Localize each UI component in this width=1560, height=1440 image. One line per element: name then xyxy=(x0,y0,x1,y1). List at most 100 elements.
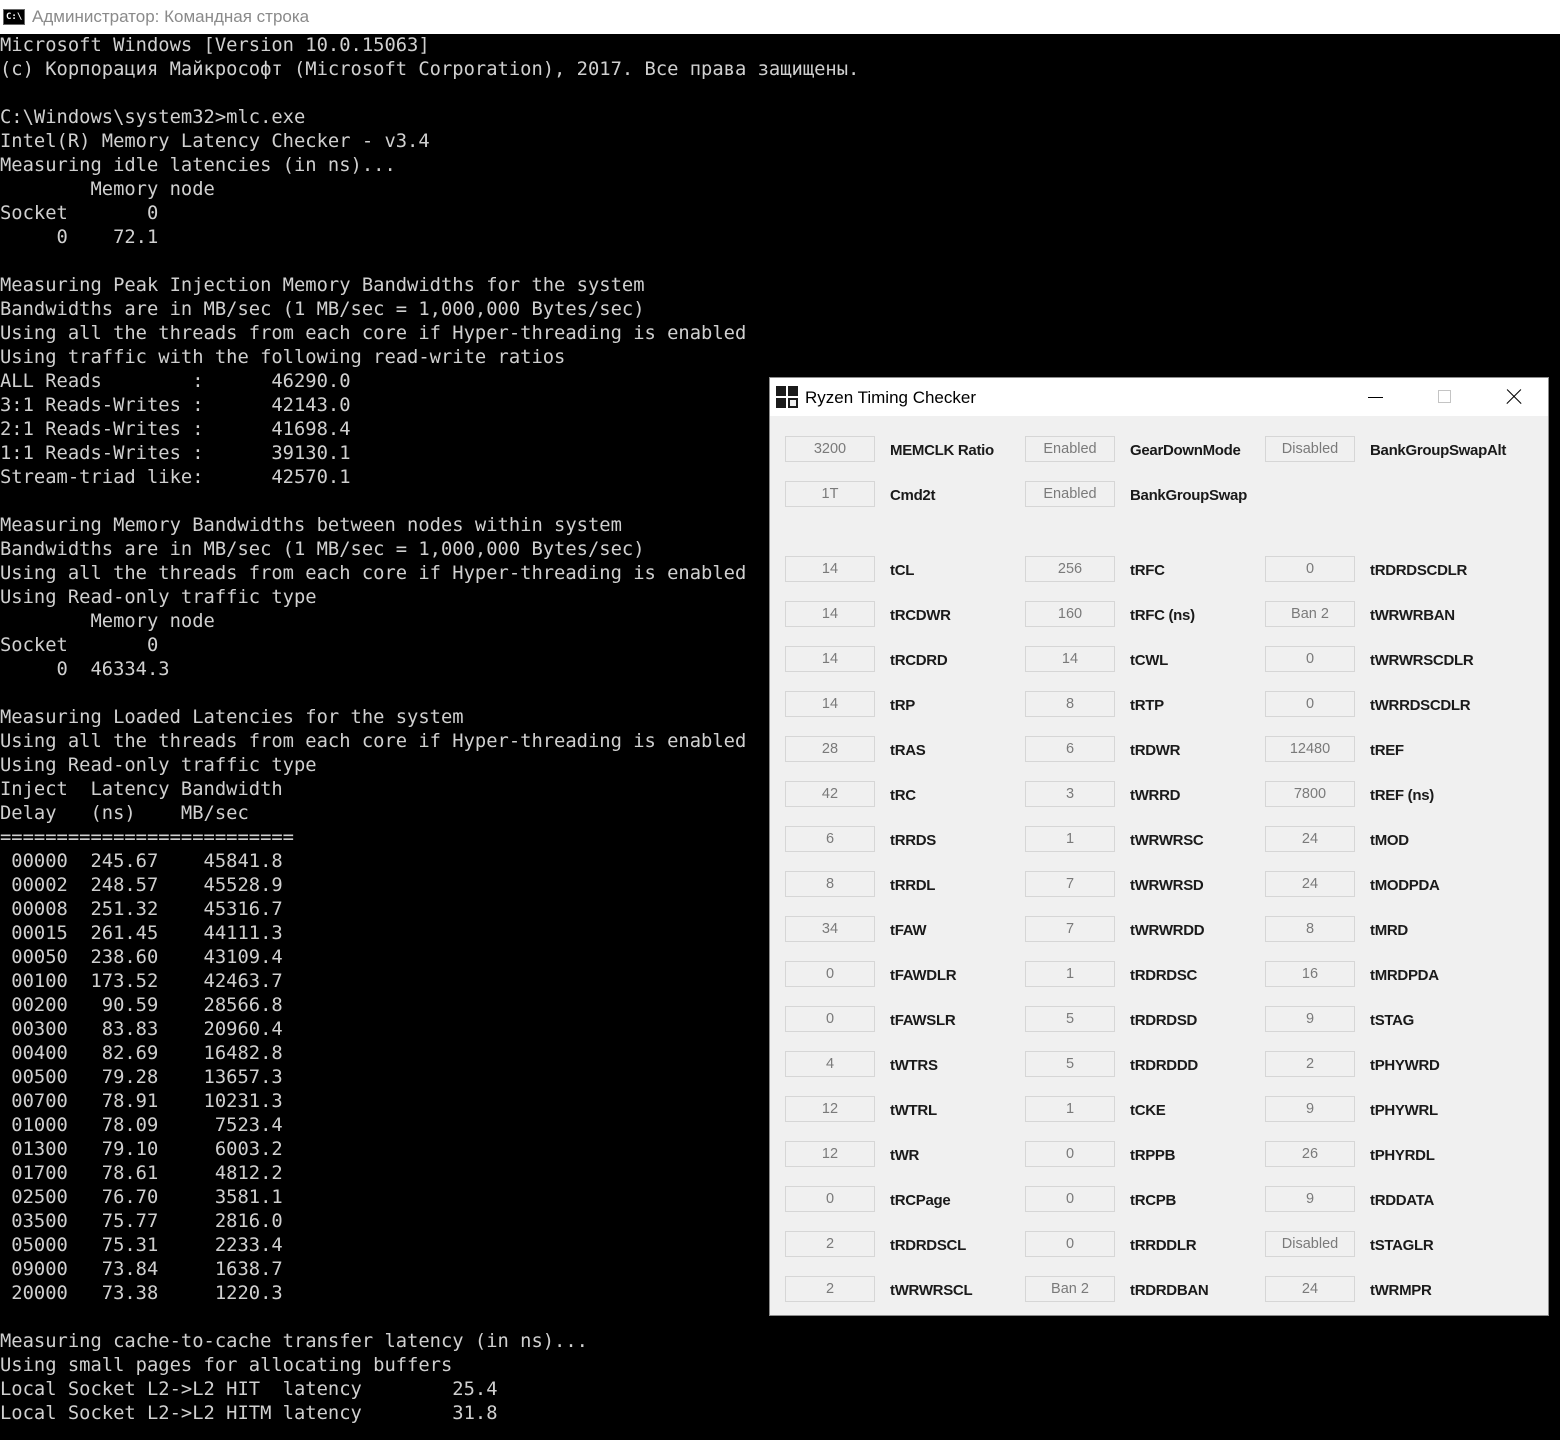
timing-value-field[interactable]: 24 xyxy=(1265,826,1355,852)
timing-label: tMRDPDA xyxy=(1370,967,1439,984)
timing-value-field[interactable]: 256 xyxy=(1025,556,1115,582)
console-text: Microsoft Windows [Version 10.0.15063] (… xyxy=(0,35,860,1424)
timing-value-field[interactable]: 2 xyxy=(1265,1051,1355,1077)
timing-label: tRP xyxy=(890,697,915,714)
timing-label: tRCDRD xyxy=(890,652,948,669)
timing-value-field[interactable]: 160 xyxy=(1025,601,1115,627)
timing-value-field[interactable]: 9 xyxy=(1265,1006,1355,1032)
timing-value-field[interactable]: 34 xyxy=(785,916,875,942)
rtc-window-title: Ryzen Timing Checker xyxy=(805,388,977,407)
timing-value-field[interactable]: 6 xyxy=(785,826,875,852)
timing-value-field[interactable]: 14 xyxy=(785,646,875,672)
timing-value-field[interactable]: 14 xyxy=(1025,646,1115,672)
timing-value-field[interactable]: 28 xyxy=(785,736,875,762)
timing-label: tRAS xyxy=(890,742,926,759)
timing-value-field[interactable]: 0 xyxy=(1265,646,1355,672)
timing-value-field[interactable]: 42 xyxy=(785,781,875,807)
timing-value-field[interactable]: Enabled xyxy=(1025,436,1115,462)
timing-label: tRDRDDD xyxy=(1130,1057,1198,1074)
timing-value-field[interactable]: 7800 xyxy=(1265,781,1355,807)
timing-value-field[interactable]: 24 xyxy=(1265,871,1355,897)
timing-label: tRRDL xyxy=(890,877,936,894)
timing-value-field[interactable]: 0 xyxy=(1025,1231,1115,1257)
timing-label: tRCPB xyxy=(1130,1192,1176,1209)
minimize-button[interactable] xyxy=(1340,378,1410,416)
timing-value-field[interactable]: 16 xyxy=(1265,961,1355,987)
timing-label: tSTAG xyxy=(1370,1012,1415,1029)
timing-value-field[interactable]: 14 xyxy=(785,556,875,582)
timing-value-field[interactable]: 0 xyxy=(1025,1186,1115,1212)
timing-value-field[interactable]: Disabled xyxy=(1265,436,1355,462)
timing-label: tCL xyxy=(890,562,915,579)
maximize-button[interactable] xyxy=(1410,378,1480,416)
timing-label: GearDownMode xyxy=(1130,442,1241,459)
timing-row: 42 tRC 3 tWRRD 7800 tREF (ns) xyxy=(785,781,1545,809)
timing-value-field[interactable]: 0 xyxy=(785,1186,875,1212)
timing-label: tWRWRDD xyxy=(1130,922,1205,939)
rtc-titlebar[interactable]: Ryzen Timing Checker xyxy=(770,378,1548,416)
timing-value-field[interactable]: 26 xyxy=(1265,1141,1355,1167)
timing-value-field[interactable]: 2 xyxy=(785,1276,875,1302)
timing-row: 0 tRCPage 0 tRCPB 9 tRDDATA xyxy=(785,1186,1545,1214)
timing-value-field[interactable]: 1 xyxy=(1025,1096,1115,1122)
timing-value-field[interactable]: 14 xyxy=(785,601,875,627)
timing-row: 6 tRRDS 1 tWRWRSC 24 tMOD xyxy=(785,826,1545,854)
timing-label: tWRWRBAN xyxy=(1370,607,1455,624)
timing-label: tSTAGLR xyxy=(1370,1237,1434,1254)
timing-label: tREF (ns) xyxy=(1370,787,1434,804)
timing-label: tMRD xyxy=(1370,922,1408,939)
timing-value-field[interactable]: 7 xyxy=(1025,916,1115,942)
timing-value-field[interactable]: 9 xyxy=(1265,1186,1355,1212)
timing-row: 4 tWTRS 5 tRDRDDD 2 tPHYWRD xyxy=(785,1051,1545,1079)
timing-value-field[interactable]: 2 xyxy=(785,1231,875,1257)
timing-value-field[interactable]: 4 xyxy=(785,1051,875,1077)
timing-label: tWRWRSCDLR xyxy=(1370,652,1474,669)
timing-row: 28 tRAS 6 tRDWR 12480 tREF xyxy=(785,736,1545,764)
timing-label: tRDRDSD xyxy=(1130,1012,1198,1029)
timing-value-field[interactable]: 9 xyxy=(1265,1096,1355,1122)
timing-value-field[interactable]: Ban 2 xyxy=(1025,1276,1115,1302)
ryzen-logo-icon xyxy=(776,386,798,408)
timing-label: tMODPDA xyxy=(1370,877,1440,894)
timing-label: tWTRS xyxy=(890,1057,938,1074)
timing-label: tPHYWRD xyxy=(1370,1057,1440,1074)
timing-value-field[interactable]: 12480 xyxy=(1265,736,1355,762)
timing-value-field[interactable]: 8 xyxy=(1025,691,1115,717)
timing-label: tRPPB xyxy=(1130,1147,1176,1164)
timing-value-field[interactable]: 5 xyxy=(1025,1051,1115,1077)
close-button[interactable] xyxy=(1478,378,1548,416)
timing-value-field[interactable]: 14 xyxy=(785,691,875,717)
timing-row: 3200 MEMCLK Ratio Enabled GearDownMode Disab… xyxy=(785,436,1545,464)
timing-value-field[interactable]: Disabled xyxy=(1265,1231,1355,1257)
timing-value-field[interactable]: 12 xyxy=(785,1141,875,1167)
timing-label: tWRRD xyxy=(1130,787,1181,804)
timing-row: 2 tRDRDSCL 0 tRRDDLR Disabled tSTAGLR xyxy=(785,1231,1545,1259)
timing-value-field[interactable]: 0 xyxy=(1025,1141,1115,1167)
timing-value-field[interactable]: 0 xyxy=(1265,556,1355,582)
timing-value-field[interactable]: 3 xyxy=(1025,781,1115,807)
timing-value-field[interactable]: Ban 2 xyxy=(1265,601,1355,627)
timing-value-field[interactable]: 5 xyxy=(1025,1006,1115,1032)
timing-row: 34 tFAW 7 tWRWRDD 8 tMRD xyxy=(785,916,1545,944)
timing-value-field[interactable]: 1T xyxy=(785,481,875,507)
timing-row: 14 tRP 8 tRTP 0 tWRRDSCDLR xyxy=(785,691,1545,719)
console-titlebar[interactable]: C:\ Администратор: Командная строка xyxy=(0,0,1560,34)
timing-value-field[interactable]: 0 xyxy=(785,1006,875,1032)
timing-value-field[interactable]: 7 xyxy=(1025,871,1115,897)
timing-value-field[interactable]: Enabled xyxy=(1025,481,1115,507)
timing-value-field[interactable]: 24 xyxy=(1265,1276,1355,1302)
timing-value-field[interactable]: 0 xyxy=(1265,691,1355,717)
timing-label: tFAW xyxy=(890,922,927,939)
timing-value-field[interactable]: 12 xyxy=(785,1096,875,1122)
timing-label: tRDRDSC xyxy=(1130,967,1198,984)
timing-label: MEMCLK Ratio xyxy=(890,442,994,459)
timing-value-field[interactable]: 1 xyxy=(1025,826,1115,852)
timing-label: tWR xyxy=(890,1147,920,1164)
timing-value-field[interactable]: 8 xyxy=(785,871,875,897)
timing-value-field[interactable]: 1 xyxy=(1025,961,1115,987)
timing-value-field[interactable]: 3200 xyxy=(785,436,875,462)
timing-value-field[interactable]: 8 xyxy=(1265,916,1355,942)
timing-value-field[interactable]: 0 xyxy=(785,961,875,987)
timing-row: 14 tCL 256 tRFC 0 tRDRDSCDLR xyxy=(785,556,1545,584)
timing-value-field[interactable]: 6 xyxy=(1025,736,1115,762)
